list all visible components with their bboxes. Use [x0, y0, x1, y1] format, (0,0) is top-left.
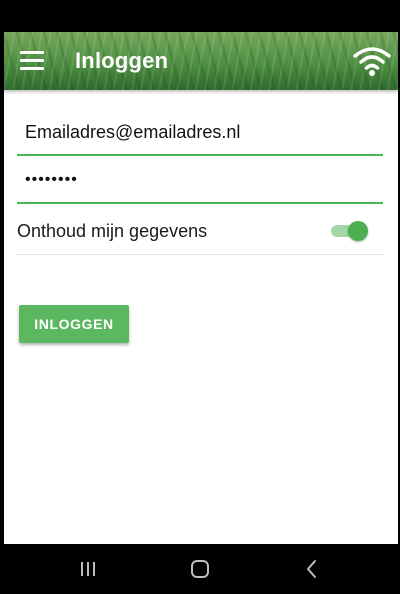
toggle-thumb — [348, 221, 368, 241]
remember-me-label: Onthoud mijn gegevens — [17, 221, 208, 241]
app-bar: Inloggen — [4, 32, 398, 90]
status-bar — [4, 0, 398, 32]
password-field[interactable] — [17, 158, 383, 204]
wifi-icon[interactable] — [353, 45, 391, 77]
app-screen: Inloggen Onthoud mijn gegevens INLOGGEN — [4, 0, 398, 544]
remember-me-row: Onthoud mijn gegevens — [17, 208, 383, 255]
home-icon[interactable] — [188, 558, 212, 580]
back-icon[interactable] — [300, 558, 324, 580]
page-title: Inloggen — [75, 48, 169, 73]
recent-apps-icon[interactable] — [76, 558, 100, 580]
system-navigation-bar — [0, 544, 400, 594]
login-button[interactable]: INLOGGEN — [19, 305, 129, 343]
remember-me-toggle[interactable] — [329, 220, 369, 242]
email-field[interactable] — [17, 110, 383, 156]
hamburger-menu-icon[interactable] — [20, 51, 44, 71]
